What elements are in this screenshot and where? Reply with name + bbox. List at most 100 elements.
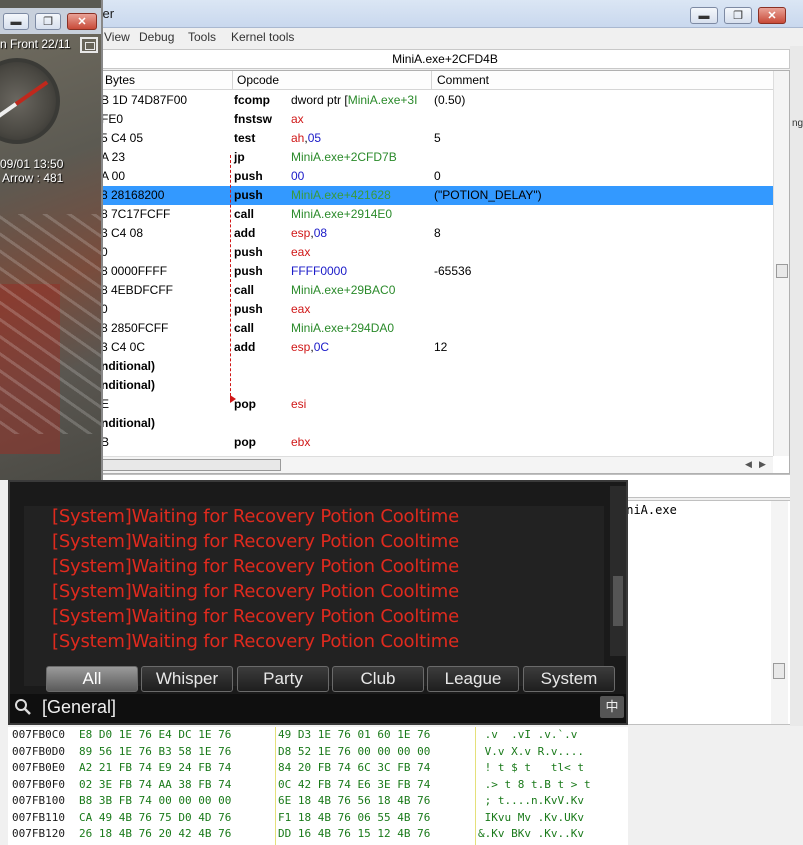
instruction-row[interactable]: A 00 push 00 0 xyxy=(101,167,773,186)
instruction-row[interactable]: 3 C4 08 add esp,08 8 xyxy=(101,224,773,243)
hex-bytes-left: A2 21 FB 74 E9 24 FB 74 xyxy=(79,761,232,774)
instruction-row[interactable]: 3 C4 0C add esp,0C 12 xyxy=(101,338,773,357)
instruction-row[interactable]: 0 push eax xyxy=(101,243,773,262)
instruction-opcode: fnstsw xyxy=(234,112,273,126)
instruction-row[interactable]: 5 C4 05 test ah,05 5 xyxy=(101,129,773,148)
horizontal-scrollbar[interactable]: ◀ ▶ xyxy=(101,456,773,473)
chat-tab-whisper[interactable]: Whisper xyxy=(141,666,233,692)
chat-window[interactable]: [System]Waiting for Recovery Potion Cool… xyxy=(8,480,628,725)
instruction-comment: 0 xyxy=(434,169,441,183)
instruction-bytes: FE0 xyxy=(101,112,124,126)
game-minimize-button[interactable]: ▬ xyxy=(3,13,29,30)
instruction-opcode: test xyxy=(234,131,256,145)
instruction-operand: eax xyxy=(291,245,311,259)
column-comment[interactable]: Comment xyxy=(437,73,489,87)
scroll-right-arrow[interactable]: ▶ xyxy=(759,459,766,470)
instruction-row[interactable]: 8 4EBDFCFF call MiniA.exe+29BAC0 xyxy=(101,281,773,300)
chat-scroll-thumb[interactable] xyxy=(613,576,623,626)
vertical-scroll-thumb[interactable] xyxy=(776,264,788,278)
instruction-bytes: B 1D 74D87F00 xyxy=(101,93,188,107)
maximize-button[interactable]: ❐ xyxy=(724,7,752,24)
instruction-row[interactable]: nditional) xyxy=(101,376,773,395)
game-maximize-button[interactable]: ❐ xyxy=(35,13,61,30)
chat-scrollbar[interactable] xyxy=(610,486,626,656)
instruction-row[interactable]: FE0 fnstsw ax xyxy=(101,110,773,129)
instruction-comment: -65536 xyxy=(434,264,472,278)
instruction-row[interactable]: nditional) xyxy=(101,414,773,433)
instruction-opcode: add xyxy=(234,340,256,354)
hex-row[interactable]: 007FB110 CA 49 4B 76 75 D0 4D 76 F1 18 4B … xyxy=(8,810,628,827)
instruction-bytes: 8 0000FFFF xyxy=(101,264,168,278)
debugger-titlebar: ver ▬ ❐ ✕ xyxy=(0,0,803,28)
disassembler-view[interactable]: Bytes Opcode Comment B 1D 74D87F00 fcomp d… xyxy=(100,70,790,474)
instruction-row[interactable]: 8 0000FFFF push FFFF0000 -65536 xyxy=(101,262,773,281)
instruction-comment: ("POTION_DELAY") xyxy=(434,188,542,202)
hex-row[interactable]: 007FB120 26 18 4B 76 20 42 4B 76 DD 16 4B … xyxy=(8,826,628,843)
instruction-opcode: pop xyxy=(234,397,256,411)
instruction-opcode: push xyxy=(234,245,263,259)
column-bytes[interactable]: Bytes xyxy=(105,73,135,87)
address-bar: MiniA.exe+2CFD4B xyxy=(100,49,790,69)
instruction-row[interactable]: 8 2850FCFF call MiniA.exe+294DA0 xyxy=(101,319,773,338)
column-divider[interactable] xyxy=(431,71,432,90)
instruction-row[interactable]: 8 7C17FCFF call MiniA.exe+2914E0 xyxy=(101,205,773,224)
close-button[interactable]: ✕ xyxy=(758,7,786,24)
instruction-comment: 12 xyxy=(434,340,448,354)
chat-tab-league[interactable]: League xyxy=(427,666,519,692)
hex-row[interactable]: 007FB100 B8 3B FB 74 00 00 00 00 6E 18 4B … xyxy=(8,793,628,810)
chat-input-row[interactable]: [General] 中 xyxy=(10,694,626,723)
instruction-row[interactable]: A 23 jp MiniA.exe+2CFD7B xyxy=(101,148,773,167)
chat-tabs: All Whisper Party Club League System xyxy=(46,666,620,692)
instruction-row[interactable]: 8 28168200 push MiniA.exe+421628 ("POTION_D… xyxy=(101,186,773,205)
module-pane-scrollbar[interactable] xyxy=(771,501,788,724)
hex-address: 007FB100 xyxy=(12,794,65,807)
hex-ascii: .> t 8 t.B t > t xyxy=(478,777,591,791)
instruction-bytes: 8 28168200 xyxy=(101,188,165,202)
menu-kernel-tools[interactable]: Kernel tools xyxy=(231,30,294,44)
hex-row[interactable]: 007FB0D0 89 56 1E 76 B3 58 1E 76 D8 52 1E … xyxy=(8,744,628,761)
module-pane-scroll-thumb[interactable] xyxy=(773,663,785,679)
instruction-row[interactable]: B 1D 74D87F00 fcomp dword ptr [MiniA.exe+3… xyxy=(101,91,773,110)
instruction-operand: MiniA.exe+29BAC0 xyxy=(291,283,396,297)
instruction-operand: ebx xyxy=(291,435,311,449)
game-window[interactable]: ▬ ❐ ✕ n Front 22/11 09/01 13:50 Arrow : … xyxy=(0,0,103,480)
game-clock: 09/01 13:50 xyxy=(0,157,64,171)
menu-view[interactable]: View xyxy=(104,30,130,44)
minimize-button[interactable]: ▬ xyxy=(690,7,718,24)
game-close-button[interactable]: ✕ xyxy=(67,13,97,30)
hex-row[interactable]: 007FB0C0 E8 D0 1E 76 E4 DC 1E 76 49 D3 1E … xyxy=(8,727,628,744)
scroll-left-arrow[interactable]: ◀ xyxy=(745,459,752,470)
instruction-row[interactable]: Epop esi xyxy=(101,395,773,414)
search-icon[interactable] xyxy=(14,698,32,716)
instruction-row[interactable]: nditional) xyxy=(101,357,773,376)
horizontal-scroll-thumb[interactable] xyxy=(101,459,281,471)
instruction-opcode: call xyxy=(234,321,255,335)
background-window-label: ngs xyxy=(792,118,803,129)
instruction-opcode: push xyxy=(234,264,263,278)
fullscreen-icon[interactable] xyxy=(80,37,98,53)
hex-dump[interactable]: 007FB0C0 E8 D0 1E 76 E4 DC 1E 76 49 D3 1E … xyxy=(8,727,628,845)
instruction-row[interactable]: Bpop ebx xyxy=(101,433,773,452)
game-titlebar: ▬ ❐ ✕ xyxy=(0,8,101,34)
instruction-opcode: push xyxy=(234,302,263,316)
menu-tools[interactable]: Tools xyxy=(188,30,216,44)
chat-tab-all[interactable]: All xyxy=(46,666,138,692)
hex-address: 007FB0F0 xyxy=(12,777,65,791)
chat-tab-party[interactable]: Party xyxy=(237,666,329,692)
instruction-row[interactable]: 0 push eax xyxy=(101,300,773,319)
menu-debug[interactable]: Debug xyxy=(139,30,174,44)
input-language-button[interactable]: 中 xyxy=(600,696,624,718)
column-opcode[interactable]: Opcode xyxy=(237,73,279,87)
instruction-bytes: 8 4EBDFCFF xyxy=(101,283,174,297)
chat-tab-system[interactable]: System xyxy=(523,666,615,692)
instruction-operand: esp,08 xyxy=(291,226,328,240)
hex-ascii: ! t $ t tl< t xyxy=(478,761,584,774)
chat-channel-label[interactable]: [General] xyxy=(42,697,116,718)
column-divider[interactable] xyxy=(232,71,233,90)
hex-row[interactable]: 007FB0E0 A2 21 FB 74 E9 24 FB 74 84 20 FB … xyxy=(8,760,628,777)
hex-row[interactable]: 007FB0F0 02 3E FB 74 AA 38 FB 74 0C 42 FB … xyxy=(8,777,628,794)
instruction-bytes: A 23 xyxy=(101,150,126,164)
vertical-scrollbar[interactable] xyxy=(773,71,789,456)
restore-icon: ❐ xyxy=(43,16,53,28)
chat-tab-club[interactable]: Club xyxy=(332,666,424,692)
